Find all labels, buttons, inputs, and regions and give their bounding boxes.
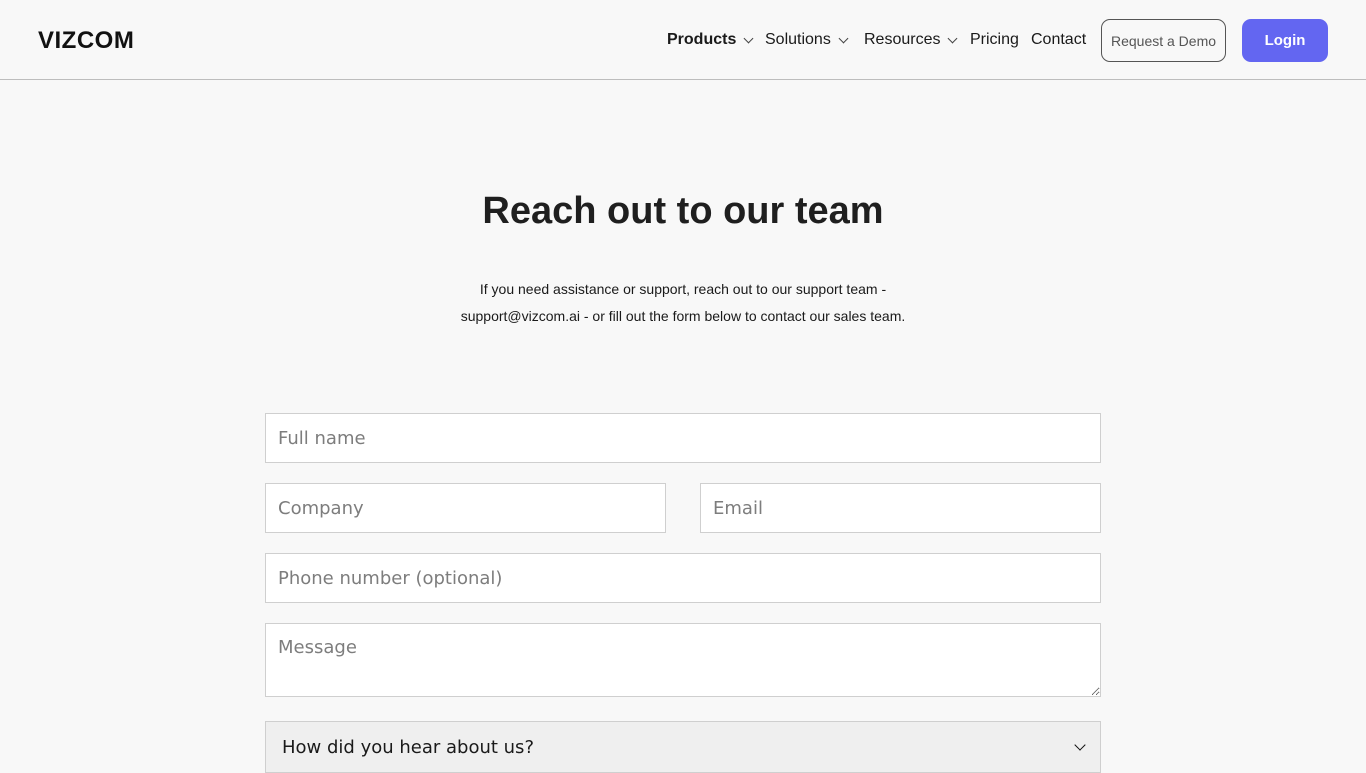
nav-resources-label: Resources — [864, 31, 941, 48]
top-navbar: VIZCOM Products Solutions Resources Pric… — [0, 0, 1366, 80]
vizcom-logo[interactable]: VIZCOM — [38, 27, 134, 55]
company-input[interactable] — [265, 483, 666, 533]
nav-solutions[interactable]: Solutions — [765, 30, 849, 50]
page-subtitle: If you need assistance or support, reach… — [433, 276, 933, 330]
subtitle-line-1: If you need assistance or support, reach… — [479, 281, 887, 297]
chevron-down-icon — [948, 33, 958, 44]
chevron-down-icon — [743, 33, 754, 44]
subtitle-line-2: support@vizcom.ai - or fill out the form… — [460, 308, 906, 324]
nav-pricing[interactable]: Pricing — [970, 30, 1019, 50]
nav-products-label: Products — [667, 31, 737, 48]
referral-source-value: How did you hear about us? — [282, 736, 534, 758]
chevron-down-icon — [838, 33, 849, 44]
nav-resources[interactable]: Resources — [864, 30, 958, 50]
nav-contact-label: Contact — [1031, 31, 1087, 48]
chevron-down-icon — [1074, 739, 1086, 751]
nav-pricing-label: Pricing — [970, 31, 1019, 48]
referral-source-select[interactable]: How did you hear about us? — [265, 721, 1101, 773]
phone-input[interactable] — [265, 553, 1101, 603]
nav-products[interactable]: Products — [667, 30, 754, 50]
nav-solutions-label: Solutions — [765, 31, 831, 48]
request-demo-button[interactable]: Request a Demo — [1101, 19, 1226, 62]
page-title: Reach out to our team — [482, 190, 884, 232]
email-input[interactable] — [700, 483, 1101, 533]
message-textarea[interactable] — [265, 623, 1101, 697]
nav-contact[interactable]: Contact — [1031, 30, 1086, 50]
full-name-input[interactable] — [265, 413, 1101, 463]
login-button[interactable]: Login — [1242, 19, 1328, 62]
